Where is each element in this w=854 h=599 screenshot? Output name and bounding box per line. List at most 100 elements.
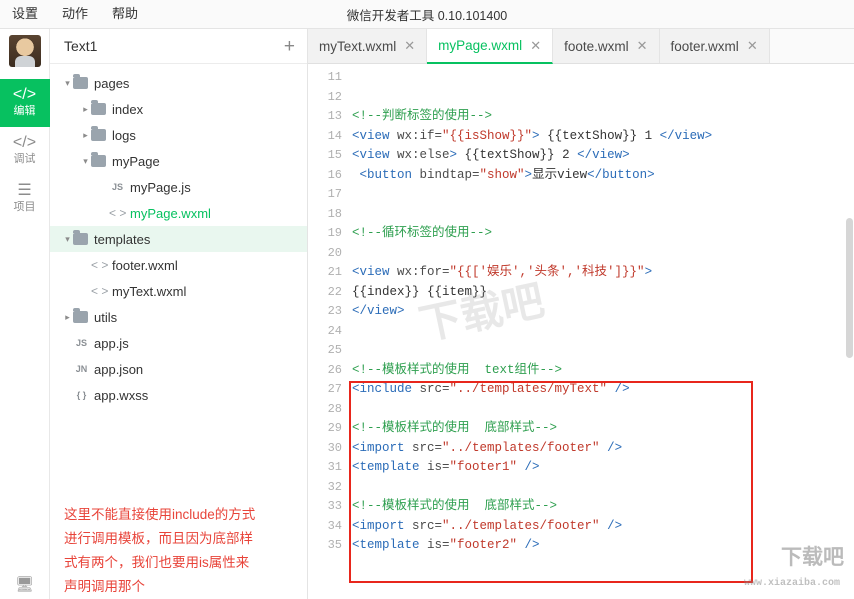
avatar[interactable] [8,35,41,67]
code-token: </button> [587,167,655,182]
tree-item-label: utils [94,309,118,325]
line-content[interactable]: {{index}} {{item}} [352,283,854,303]
chevron-right-icon[interactable]: ▸ [80,104,91,115]
tree-item-myPage-wxml[interactable]: < > myPage.wxml [50,200,307,226]
line-content[interactable] [352,88,854,108]
tree-item-footer-wxml[interactable]: < > footer.wxml [50,252,307,278]
tree-item-logs[interactable]: ▸ logs [50,122,307,148]
folder-icon [73,308,88,323]
line-content[interactable]: <!--模板样式的使用 底部样式--> [352,419,854,439]
tree-item-templates[interactable]: ▾ templates [50,226,307,252]
code-token: "footer2" [449,538,518,552]
tree-item-myPage[interactable]: ▾ myPage [50,148,307,174]
code-token: > [449,148,458,162]
device-icon[interactable]: 🖥 [15,575,34,599]
line-content[interactable] [352,185,854,205]
line-content[interactable] [352,244,854,264]
code-area[interactable]: 11 12 13 <!--判断标签的使用--> 14 <view wx:if="{{isS… [308,64,854,599]
line-content[interactable] [352,205,854,225]
tab-myPage-wxml[interactable]: myPage.wxml ✕ [427,29,554,64]
xml-file-icon: < > [91,258,109,272]
line-content[interactable] [352,322,854,342]
annotation-note: 这里不能直接使用include的方式 进行调用模板，而且因为底部样 式有两个，我… [64,507,256,594]
code-token: "footer1" [449,460,518,474]
line-content[interactable]: <!--模板样式的使用 底部样式--> [352,497,854,517]
close-icon[interactable]: ✕ [747,38,758,54]
line-number: 23 [327,304,342,318]
line-content[interactable]: <!--模板样式的使用 text组件--> [352,361,854,381]
editor-tab-bar[interactable]: myText.wxml ✕ myPage.wxml ✕ foote.wxml ✕ foote… [308,29,854,64]
code-token: src= [412,518,443,533]
line-content[interactable]: <!--循环标签的使用--> [352,224,854,244]
line-content[interactable]: <import src="../templates/footer" /> [352,517,854,537]
line-number: 15 [327,148,342,162]
activity-item-editor[interactable]: </> 编辑 [0,79,50,127]
line-content[interactable] [352,341,854,361]
code-token: <view [352,148,398,162]
line-content[interactable]: <import src="../templates/footer" /> [352,439,854,459]
menu-item-settings[interactable]: 设置 [0,0,50,28]
line-content[interactable]: <template is="footer1" /> [352,458,854,478]
line-number: 20 [327,245,342,260]
folder-icon [73,74,88,89]
editor-scrollbar[interactable] [845,98,854,599]
js-file-icon: JS [75,338,87,348]
code-token: /> [599,440,623,455]
activity-item-project[interactable]: ☰ 项目 [0,175,50,223]
tree-item-pages[interactable]: ▾ pages [50,70,307,96]
line-content[interactable]: <template is="footer2" /> [352,536,854,556]
tree-item-utils[interactable]: ▸ utils [50,304,307,330]
code-token: > [524,167,533,182]
chevron-down-icon[interactable]: ▾ [62,78,73,89]
tree-item-app-js[interactable]: JS app.js [50,330,307,356]
tree-item-app-wxss[interactable]: { } app.wxss [50,382,307,408]
tree-item-myText-wxml[interactable]: < > myText.wxml [50,278,307,304]
tab-foote-wxml[interactable]: foote.wxml ✕ [553,29,660,63]
line-content[interactable] [352,400,854,420]
line-content[interactable]: <include src="../templates/myText" /> [352,380,854,400]
menu-item-actions[interactable]: 动作 [50,0,100,28]
line-content[interactable]: <view wx:for="{{['娱乐','头条','科技']}}"> [352,263,854,283]
line-content[interactable]: <!--判断标签的使用--> [352,107,854,127]
tree-item-app-json[interactable]: JN app.json [50,356,307,382]
tree-item-index[interactable]: ▸ index [50,96,307,122]
line-number: 21 [327,265,342,279]
line-number: 14 [327,128,342,143]
folder-icon [73,230,88,245]
watermark-url: www.xiazaiba.com [743,578,840,589]
close-icon[interactable]: ✕ [530,38,541,54]
line-content[interactable] [352,68,854,88]
activity-item-debug[interactable]: </> 调试 [0,127,50,175]
code-token: <!--循环标签的使用--> [352,226,493,240]
tree-item-myPage-js[interactable]: JS myPage.js [50,174,307,200]
code-line: 13 <!--判断标签的使用--> [308,107,854,127]
line-content[interactable] [352,478,854,498]
code-line: 32 [308,478,854,498]
chevron-right-icon[interactable]: ▸ [62,312,73,323]
line-content[interactable]: <button bindtap="show">显示view</button> [352,166,854,186]
chevron-down-icon[interactable]: ▾ [80,156,91,167]
close-icon[interactable]: ✕ [404,38,415,54]
tab-footer-wxml[interactable]: footer.wxml ✕ [659,29,770,63]
tab-label: myText.wxml [319,38,397,54]
main-area: </> 编辑 </> 调试 ☰ 项目 🖥 Text1 + ▾ pages ▸ inde… [0,29,854,599]
menu-item-help[interactable]: 帮助 [100,0,150,28]
line-content[interactable]: <view wx:if="{{isShow}}"> {{textShow}} 1… [352,127,854,147]
add-file-button[interactable]: + [284,37,295,56]
editor-scrollbar-thumb[interactable] [846,218,853,358]
code-token: src= [419,382,450,396]
chevron-right-icon[interactable]: ▸ [80,130,91,141]
xml-file-icon: < > [91,284,109,298]
file-tree[interactable]: ▾ pages ▸ index ▸ logs ▾ myPage JS myPage.js < > my… [50,64,307,489]
close-icon[interactable]: ✕ [637,38,648,54]
code-line: 18 [308,205,854,225]
line-number: 18 [327,206,342,221]
line-content[interactable]: </view> [352,302,854,322]
code-token: /> [517,460,540,474]
code-token: {{index}} {{item}} [352,284,488,299]
tab-myText-wxml[interactable]: myText.wxml ✕ [308,29,428,63]
code-token: {{textShow}} 2 [457,148,578,162]
chevron-down-icon[interactable]: ▾ [62,234,73,245]
code-token: "{{['娱乐','头条','科技']}}" [449,265,645,279]
line-content[interactable]: <view wx:else> {{textShow}} 2 </view> [352,146,854,166]
